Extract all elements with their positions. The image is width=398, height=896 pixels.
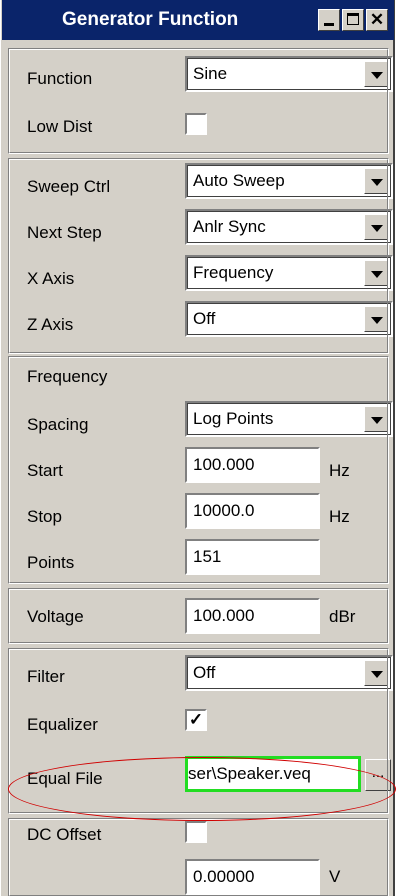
z-axis-label: Z Axis (27, 315, 74, 334)
voltage-label: Voltage (27, 607, 84, 626)
chevron-down-icon[interactable] (364, 406, 388, 432)
frequency-heading: Frequency (27, 367, 108, 386)
minimize-button[interactable] (318, 9, 340, 31)
function-group: Function Sine Low Dist (8, 48, 393, 154)
maximize-icon (347, 13, 359, 25)
voltage-unit: dBr (329, 607, 356, 626)
chevron-down-icon[interactable] (364, 168, 388, 194)
filter-label: Filter (27, 667, 65, 686)
dc-offset-input[interactable]: 0.00000 (185, 859, 320, 895)
close-icon: ✕ (369, 10, 385, 29)
chevron-down-icon[interactable] (364, 214, 388, 240)
window-title: Generator Function (62, 9, 239, 30)
sweep-ctrl-select[interactable]: Auto Sweep (185, 163, 393, 199)
chevron-down-icon[interactable] (364, 306, 388, 332)
title-bar[interactable]: Generator Function ✕ (2, 0, 394, 40)
voltage-input[interactable]: 100.000 (185, 598, 320, 634)
spacing-label: Spacing (27, 415, 89, 434)
sweep-group: Sweep Ctrl Auto Sweep Next Step Anlr Syn… (8, 158, 393, 354)
filter-select[interactable]: Off (185, 655, 393, 691)
stop-label: Stop (27, 507, 62, 526)
chevron-down-icon[interactable] (364, 260, 388, 286)
next-step-value: Anlr Sync (193, 217, 266, 236)
equal-file-label: Equal File (27, 769, 103, 788)
z-axis-select[interactable]: Off (185, 301, 393, 337)
low-dist-label: Low Dist (27, 117, 93, 136)
spacing-value: Log Points (193, 409, 274, 428)
voltage-value: 100.000 (193, 606, 255, 625)
maximize-button[interactable] (342, 9, 364, 31)
points-value: 151 (193, 547, 222, 566)
x-axis-value: Frequency (193, 263, 274, 282)
checkmark-icon: ✓ (188, 710, 204, 729)
dc-offset-checkbox[interactable] (185, 821, 207, 843)
filter-value: Off (193, 663, 216, 682)
dc-offset-unit: V (329, 867, 341, 886)
equal-file-value: ser\Speaker.veq (188, 764, 311, 783)
dc-offset-group: DC Offset 0.00000 V (8, 818, 389, 896)
dc-offset-label: DC Offset (27, 825, 102, 844)
equalizer-label: Equalizer (27, 715, 98, 734)
start-label: Start (27, 461, 63, 480)
minimize-icon (324, 23, 334, 26)
generator-function-window: Generator Function ✕ Function Sine Low D… (0, 0, 395, 896)
z-axis-value: Off (193, 309, 216, 328)
sweep-ctrl-value: Auto Sweep (193, 171, 285, 190)
x-axis-select[interactable]: Frequency (185, 255, 393, 291)
next-step-select[interactable]: Anlr Sync (185, 209, 393, 245)
chevron-down-icon[interactable] (364, 61, 388, 87)
function-select[interactable]: Sine (185, 56, 393, 92)
stop-unit: Hz (329, 507, 350, 526)
start-value: 100.000 (193, 455, 255, 474)
points-label: Points (27, 553, 75, 572)
stop-value: 10000.0 (193, 501, 255, 520)
close-button[interactable]: ✕ (366, 9, 388, 31)
frequency-group: Frequency Spacing Log Points Start 100.0… (8, 356, 393, 584)
voltage-group: Voltage 100.000 dBr (8, 588, 389, 644)
function-label: Function (27, 69, 93, 88)
function-value: Sine (193, 64, 228, 83)
x-axis-label: X Axis (27, 269, 75, 288)
start-input[interactable]: 100.000 (185, 447, 320, 483)
equalizer-checkbox[interactable]: ✓ (185, 709, 207, 731)
next-step-label: Next Step (27, 223, 102, 242)
sweep-ctrl-label: Sweep Ctrl (27, 177, 111, 196)
start-unit: Hz (329, 461, 350, 480)
chevron-down-icon[interactable] (364, 660, 388, 686)
dc-offset-value: 0.00000 (193, 867, 255, 886)
browse-button[interactable]: ... (365, 759, 391, 791)
filter-group: Filter Off Equalizer ✓ Equal File ser\Sp… (8, 648, 393, 814)
spacing-select[interactable]: Log Points (185, 401, 393, 437)
points-input[interactable]: 151 (185, 539, 320, 575)
stop-input[interactable]: 10000.0 (185, 493, 320, 529)
equal-file-input[interactable]: ser\Speaker.veq (185, 756, 361, 792)
low-dist-checkbox[interactable] (185, 113, 207, 135)
